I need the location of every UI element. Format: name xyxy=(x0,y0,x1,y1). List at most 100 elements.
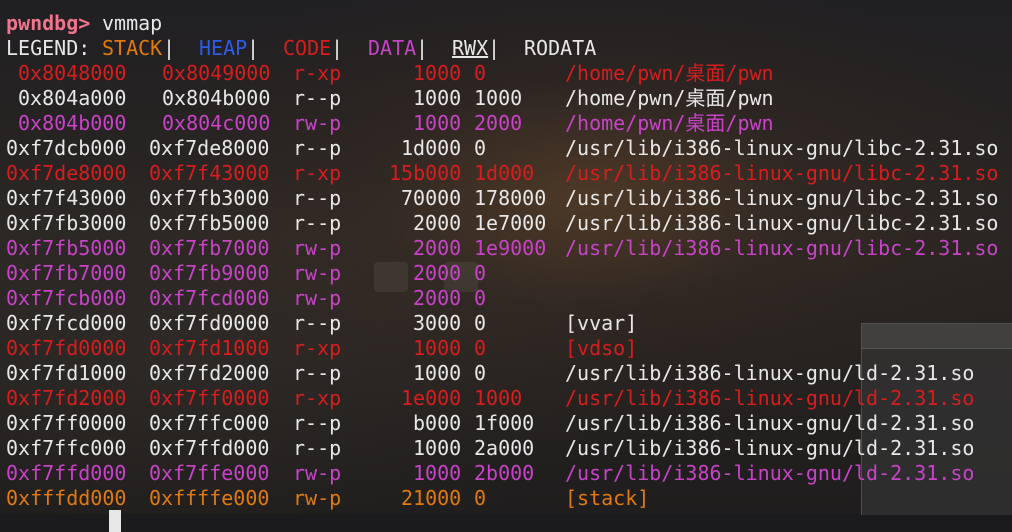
vmmap-row: 0xf7fd2000 0xf7ff0000 r-xp 1e000 1000/usr/li… xyxy=(6,386,974,411)
region-offset: 0 xyxy=(474,61,487,85)
vmmap-row: 0xf7ff0000 0xf7ffc000 r--p b000 1f000/usr/li… xyxy=(6,411,974,436)
legend-line: LEGEND: STACK | HEAP | CODE | DATA | RWX | RODATA xyxy=(6,36,596,61)
prompt-line: pwndbg> vmmap xyxy=(6,11,162,36)
prompt-label: pwndbg> xyxy=(6,11,91,35)
region-size: 3000 xyxy=(413,311,462,335)
mapping-path: [stack] xyxy=(565,486,650,510)
region-offset: 1e9000 xyxy=(474,236,547,260)
permissions: r-xp xyxy=(293,161,342,185)
end-address: 0xf7fb7000 xyxy=(149,236,270,260)
region-size: 21000 xyxy=(401,486,462,510)
end-address: 0xffffe000 xyxy=(149,486,270,510)
region-size: 70000 xyxy=(401,186,462,210)
vmmap-row: 0xfffdd000 0xffffe000 rw-p 21000 0 [stack] xyxy=(6,486,649,511)
region-offset: 0 xyxy=(474,286,487,310)
vmmap-row: 0xf7de8000 0xf7f43000 r-xp 15b000 1d000/usr/… xyxy=(6,161,998,186)
vmmap-row: 0xf7fd0000 0xf7fd1000 r-xp 1000 0 [vdso] xyxy=(6,336,637,361)
terminal-cursor xyxy=(109,510,121,532)
region-size: 2000 xyxy=(413,261,462,285)
region-size: 2000 xyxy=(413,286,462,310)
permissions: rw-p xyxy=(293,236,342,260)
region-offset: 0 xyxy=(474,336,487,360)
mapping-path: /home/pwn/桌面/pwn xyxy=(565,61,774,85)
region-offset: 1f000 xyxy=(474,411,535,435)
permissions: r--p xyxy=(293,361,342,385)
start-address: 0xf7fd2000 xyxy=(6,386,127,410)
region-offset: 2a000 xyxy=(474,436,535,460)
permissions: rw-p xyxy=(293,486,342,510)
end-address: 0xf7fb3000 xyxy=(149,186,270,210)
start-address: 0xf7dcb000 xyxy=(6,136,127,160)
mapping-path: /usr/lib/i386-linux-gnu/libc-2.31.so xyxy=(565,186,999,210)
region-size: 1000 xyxy=(413,336,462,360)
desktop-icon xyxy=(374,262,408,292)
end-address: 0xf7ffe000 xyxy=(149,461,270,485)
region-size: 2000 xyxy=(413,211,462,235)
start-address: 0xf7ffc000 xyxy=(6,436,127,460)
region-offset: 0 xyxy=(474,361,487,385)
permissions: r--p xyxy=(293,86,342,110)
region-size: b000 xyxy=(413,411,462,435)
region-size: 1000 xyxy=(413,86,462,110)
legend-label: LEGEND: xyxy=(6,36,91,60)
vmmap-row: 0xf7fb3000 0xf7fb5000 r--p 2000 1e7000/usr/l… xyxy=(6,211,998,236)
start-address: 0xf7fb3000 xyxy=(6,211,127,235)
mapping-path: /usr/lib/i386-linux-gnu/libc-2.31.so xyxy=(565,161,999,185)
legend-separator: | xyxy=(163,36,176,60)
mapping-path: /usr/lib/i386-linux-gnu/ld-2.31.so xyxy=(565,361,975,385)
start-address: 0xf7ffd000 xyxy=(6,461,127,485)
legend-item-code: CODE xyxy=(283,36,332,60)
region-size: 1e000 xyxy=(401,386,462,410)
region-size: 1000 xyxy=(413,61,462,85)
region-size: 1000 xyxy=(413,461,462,485)
start-address: 0xf7fb5000 xyxy=(6,236,127,260)
permissions: r--p xyxy=(293,411,342,435)
mapping-path: /usr/lib/i386-linux-gnu/ld-2.31.so xyxy=(565,461,975,485)
permissions: rw-p xyxy=(293,286,342,310)
end-address: 0xf7ffc000 xyxy=(149,411,270,435)
end-address: 0xf7fb9000 xyxy=(149,261,270,285)
region-size: 1d000 xyxy=(401,136,462,160)
start-address: 0x804a000 xyxy=(18,86,127,110)
region-offset: 0 xyxy=(474,136,487,160)
start-address: 0x804b000 xyxy=(18,111,127,135)
legend-separator: | xyxy=(331,36,344,60)
permissions: r--p xyxy=(293,186,342,210)
region-offset: 178000 xyxy=(474,186,547,210)
end-address: 0xf7f43000 xyxy=(149,161,270,185)
permissions: rw-p xyxy=(293,111,342,135)
start-address: 0xf7fd1000 xyxy=(6,361,127,385)
vmmap-row: 0xf7f43000 0xf7fb3000 r--p 70000 178000/usr/… xyxy=(6,186,998,211)
vmmap-row: 0xf7fcd000 0xf7fd0000 r--p 3000 0 [vvar] xyxy=(6,311,637,336)
region-offset: 0 xyxy=(474,486,487,510)
vmmap-row: 0x8048000 0x8049000 r-xp 1000 0/home/pwn/桌面/… xyxy=(6,61,774,86)
start-address: 0xf7f43000 xyxy=(6,186,127,210)
legend-item-heap: HEAP xyxy=(199,36,248,60)
region-size: 1000 xyxy=(413,361,462,385)
vmmap-row: 0xf7fb5000 0xf7fb7000 rw-p 2000 1e9000/usr/l… xyxy=(6,236,998,261)
end-address: 0xf7fb5000 xyxy=(149,211,270,235)
region-offset: 1000 xyxy=(474,386,523,410)
end-address: 0xf7ffd000 xyxy=(149,436,270,460)
permissions: r-xp xyxy=(293,336,342,360)
region-size: 15b000 xyxy=(389,161,462,185)
legend-item-data: DATA xyxy=(368,36,417,60)
command-text: vmmap xyxy=(102,11,163,35)
mapping-path: [vvar] xyxy=(565,311,638,335)
end-address: 0xf7de8000 xyxy=(149,136,270,160)
terminal-output[interactable]: pwndbg> vmmap LEGEND: STACK | HEAP | CODE | DAT… xyxy=(6,11,998,511)
start-address: 0xf7fcb000 xyxy=(6,286,127,310)
end-address: 0xf7ff0000 xyxy=(149,386,270,410)
region-offset: 2000 xyxy=(474,111,523,135)
start-address: 0xf7fcd000 xyxy=(6,311,127,335)
mapping-path: /usr/lib/i386-linux-gnu/ld-2.31.so xyxy=(565,411,975,435)
vmmap-row: 0xf7fcb000 0xf7fcd000 rw-p 2000 0 xyxy=(6,286,486,311)
end-address: 0xf7fd1000 xyxy=(149,336,270,360)
end-address: 0x804b000 xyxy=(162,86,271,110)
permissions: r--p xyxy=(293,136,342,160)
mapping-path: /home/pwn/桌面/pwn xyxy=(565,86,774,110)
vmmap-row: 0xf7fb7000 0xf7fb9000 rw-p 2000 0 xyxy=(6,261,486,286)
vmmap-row: 0xf7ffd000 0xf7ffe000 rw-p 1000 2b000/usr/li… xyxy=(6,461,974,486)
permissions: r--p xyxy=(293,311,342,335)
background-window-titlebar xyxy=(862,324,1012,349)
